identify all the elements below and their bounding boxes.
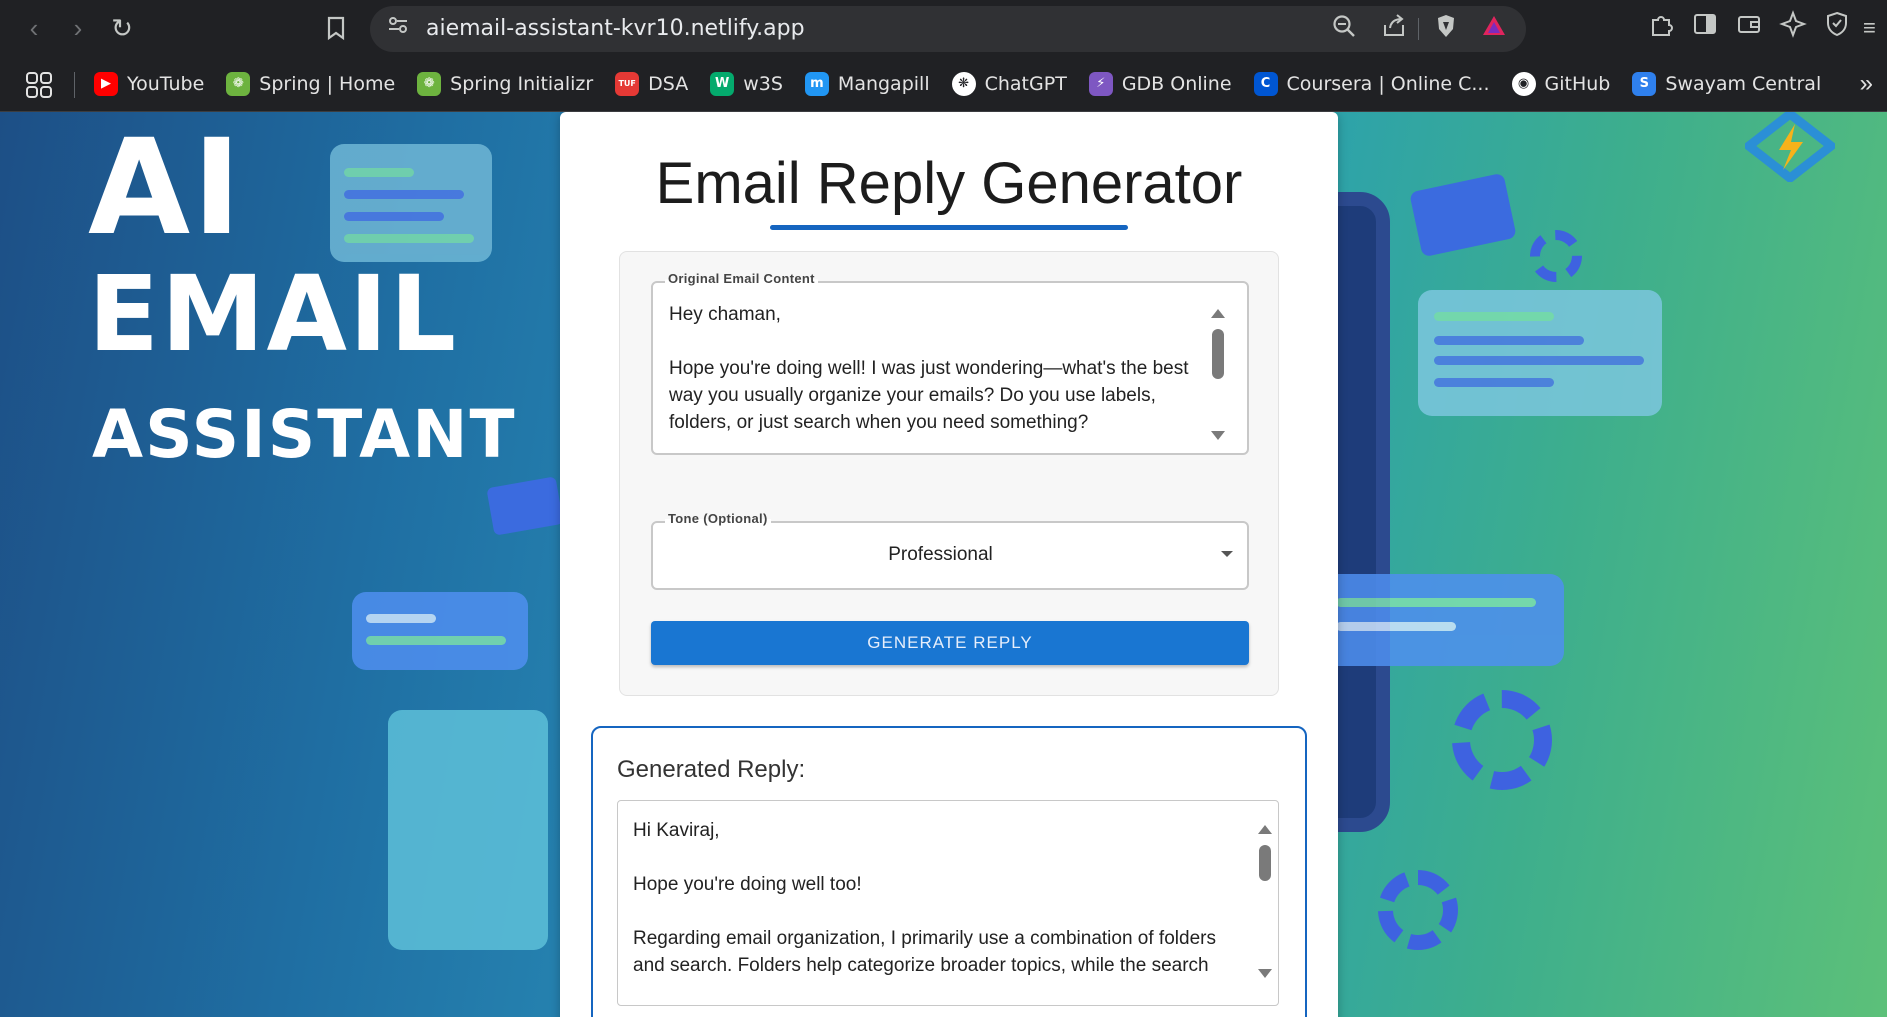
reload-icon[interactable]: ↻ — [104, 10, 140, 46]
reply-scrollbar-thumb[interactable] — [1259, 845, 1271, 881]
page-title: Email Reply Generator — [655, 151, 1243, 216]
vpn-icon[interactable] — [1819, 10, 1855, 46]
mangapill-icon: m — [804, 72, 829, 96]
bookmark-item[interactable]: TUF DSA — [615, 72, 688, 96]
scroll-down-icon[interactable] — [1211, 431, 1225, 440]
share-icon[interactable] — [1378, 13, 1410, 45]
bg-envelope-icon-2 — [486, 476, 564, 536]
apps-grid-icon[interactable] — [24, 70, 54, 100]
leo-ai-icon[interactable] — [1775, 10, 1811, 46]
bookmark-item[interactable]: C Coursera | Online C... — [1253, 72, 1490, 96]
wallet-icon[interactable] — [1731, 10, 1767, 46]
bookmark-label: ChatGPT — [984, 73, 1067, 95]
bookmark-item[interactable]: ❋ ChatGPT — [951, 72, 1067, 96]
dropdown-caret-icon[interactable] — [1221, 551, 1233, 557]
reply-scroll-down-icon[interactable] — [1258, 969, 1272, 978]
bookmark-item[interactable]: ❁ Spring Initializr — [417, 72, 593, 96]
reply-scroll-up-icon[interactable] — [1258, 825, 1272, 834]
bg-headline-assistant: ASSISTANT — [92, 396, 517, 473]
brand-logo-icon — [1741, 112, 1839, 184]
bookmark-label: GitHub — [1544, 73, 1611, 95]
bookmark-label: Spring | Home — [259, 73, 396, 95]
generated-reply-field[interactable]: Hi Kaviraj, Hope you're doing well too! … — [617, 800, 1279, 1006]
generated-reply-textarea[interactable]: Hi Kaviraj, Hope you're doing well too! … — [633, 817, 1243, 979]
generated-reply-panel: Generated Reply: Hi Kaviraj, Hope you're… — [591, 726, 1307, 1017]
bookmark-label: Swayam Central — [1665, 73, 1822, 95]
scroll-up-icon[interactable] — [1211, 309, 1225, 318]
zoom-icon[interactable] — [1328, 13, 1360, 45]
extensions-icon[interactable] — [1643, 10, 1679, 46]
bg-chat-card-4 — [1320, 574, 1564, 666]
bookmark-page-icon[interactable] — [318, 10, 354, 46]
reply-form: Original Email Content Hey chaman, Hope … — [619, 251, 1279, 696]
more-bookmarks-icon[interactable]: » — [1860, 70, 1873, 98]
original-email-field[interactable]: Original Email Content Hey chaman, Hope … — [651, 271, 1249, 455]
chatgpt-icon: ❋ — [951, 72, 976, 96]
spring-icon: ❁ — [226, 72, 251, 96]
menu-icon[interactable]: ≡ — [1863, 10, 1887, 46]
bookmark-label: GDB Online — [1121, 73, 1232, 95]
page-viewport: AI EMAIL ASSISTANT Email Reply Generator — [0, 112, 1887, 1017]
w3schools-icon: W — [710, 72, 735, 96]
original-email-label: Original Email Content — [665, 271, 818, 286]
bg-headline-email: EMAIL — [88, 253, 458, 375]
swayam-icon: S — [1632, 72, 1657, 96]
brave-shields-icon[interactable] — [1430, 13, 1462, 45]
generate-reply-button[interactable]: GENERATE REPLY — [651, 621, 1249, 665]
tone-select[interactable]: Tone (Optional) Professional — [651, 511, 1249, 590]
bg-gear-icon-2 — [1452, 690, 1552, 790]
bookmark-label: Mangapill — [837, 73, 930, 95]
site-settings-icon[interactable] — [382, 13, 414, 45]
bookmark-item[interactable]: ❁ Spring | Home — [226, 72, 395, 96]
bg-headline-ai: AI — [88, 112, 244, 265]
bookmark-label: w3S — [743, 73, 783, 95]
email-reply-card: Email Reply Generator Original Email Con… — [560, 112, 1338, 1017]
forward-icon[interactable]: › — [60, 10, 96, 46]
gdb-icon: ⚡ — [1088, 72, 1113, 96]
bookmark-item[interactable]: ⚡ GDB Online — [1088, 72, 1232, 96]
tuf-icon: TUF — [615, 72, 640, 96]
bg-gear-icon-3 — [1378, 870, 1458, 950]
bookmark-item[interactable]: ▶ YouTube — [94, 72, 204, 96]
bg-chat-card-2 — [352, 592, 528, 670]
sidebar-icon[interactable] — [1687, 10, 1723, 46]
bookmark-item[interactable]: Ww3S — [710, 72, 783, 96]
url-text[interactable]: aiemail-assistant-kvr10.netlify.app — [426, 6, 805, 52]
youtube-icon: ▶ — [94, 72, 118, 96]
tone-selected-value[interactable]: Professional — [653, 523, 1228, 586]
bookmark-label: Coursera | Online C... — [1286, 73, 1490, 95]
bookmark-label: Spring Initializr — [450, 73, 594, 95]
github-icon: ◉ — [1511, 72, 1536, 96]
bookmark-item[interactable]: m Mangapill — [804, 72, 930, 96]
bg-chat-card — [330, 144, 492, 262]
original-email-textarea[interactable]: Hey chaman, Hope you're doing well! I wa… — [669, 301, 1214, 436]
bookmarks-separator — [74, 72, 75, 98]
spring-icon: ❁ — [417, 72, 442, 96]
bg-gear-icon — [1530, 230, 1582, 282]
bookmark-label: DSA — [648, 73, 689, 95]
bg-calendar — [388, 710, 548, 950]
url-separator — [1418, 18, 1419, 40]
bookmark-item[interactable]: S Swayam Central — [1632, 72, 1821, 96]
scrollbar-thumb[interactable] — [1212, 329, 1224, 379]
browser-toolbar: ‹ › ↻ aiemail-assistant-kvr10.netlify.ap… — [0, 0, 1887, 56]
back-icon[interactable]: ‹ — [16, 10, 52, 46]
bookmarks-list: ▶ YouTube ❁ Spring | Home ❁ Spring Initializr… — [94, 56, 1843, 112]
coursera-icon: C — [1253, 72, 1278, 96]
bg-envelope-icon — [1409, 172, 1517, 258]
generated-reply-heading: Generated Reply: — [617, 756, 806, 783]
bookmark-label: YouTube — [127, 73, 205, 95]
address-bar[interactable]: aiemail-assistant-kvr10.netlify.app — [370, 6, 1526, 52]
bookmark-item[interactable]: ◉ GitHub — [1511, 72, 1611, 96]
title-underline — [770, 225, 1128, 230]
bookmarks-bar: ▶ YouTube ❁ Spring | Home ❁ Spring Initializr… — [0, 56, 1887, 112]
bg-chat-card-3 — [1418, 290, 1662, 416]
brave-rewards-icon[interactable] — [1478, 13, 1510, 45]
